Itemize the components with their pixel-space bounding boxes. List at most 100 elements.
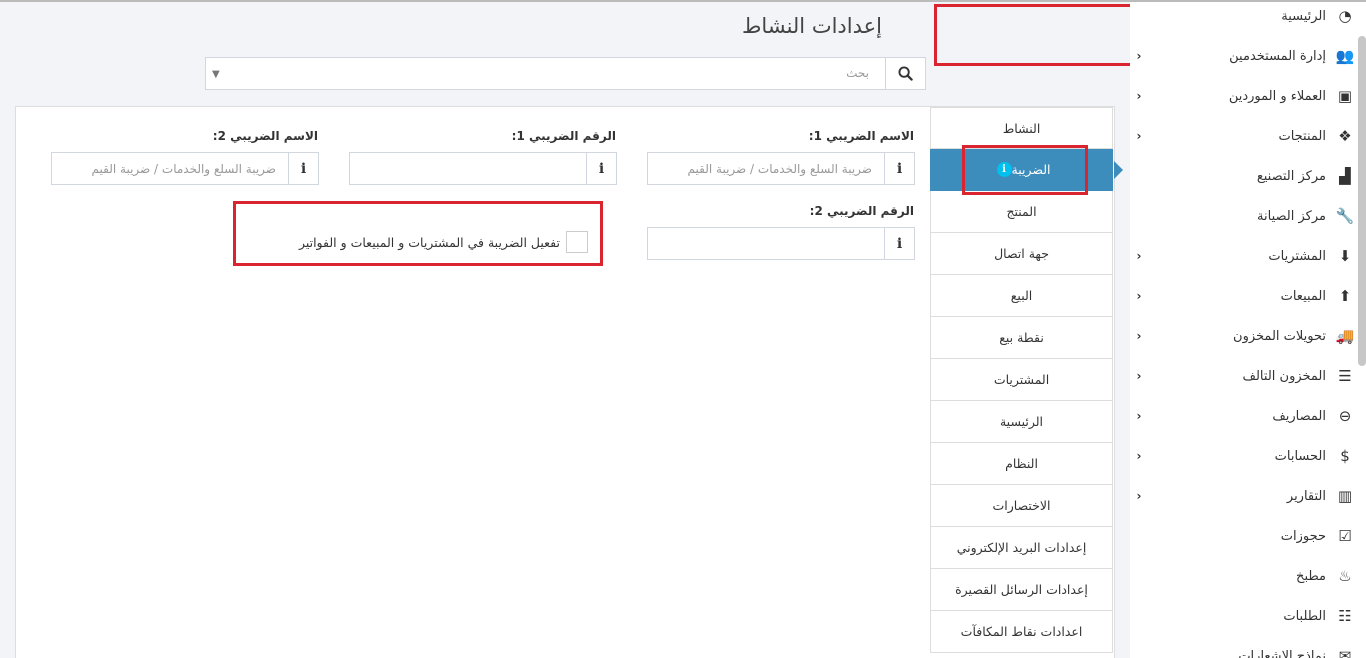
sidebar-item[interactable]: ☑ حجوزات bbox=[1136, 516, 1356, 556]
cubes-icon: ❖ bbox=[1338, 127, 1352, 145]
sidebar-item[interactable]: ▥ التقارير ‹ bbox=[1136, 476, 1356, 516]
tab-label: النظام bbox=[1005, 456, 1038, 471]
sidebar-item[interactable]: 👥 إدارة المستخدمين ‹ bbox=[1136, 36, 1356, 76]
tax-name-1-placeholder: ضريبة السلع والخدمات / ضريبة القيم bbox=[687, 162, 872, 176]
users-icon: 👥 bbox=[1335, 47, 1355, 65]
tab-item[interactable]: نقطة بيع bbox=[930, 317, 1113, 359]
chevron-left-icon[interactable]: ‹ bbox=[1132, 249, 1146, 263]
sidebar-item[interactable]: ❖ المنتجات ‹ bbox=[1136, 116, 1356, 156]
sidebar-item[interactable]: 🔧 مركز الصيانة bbox=[1136, 196, 1356, 236]
sidebar-item-label: التقارير bbox=[1286, 488, 1326, 504]
tab-item[interactable]: المنتج bbox=[930, 191, 1113, 233]
tab-label: إعدادات الرسائل القصيرة bbox=[955, 582, 1088, 597]
sidebar: ◔ الرئيسية 👥 إدارة المستخدمين ‹ ▣ العملاء و ال… bbox=[1130, 2, 1366, 658]
tab-label: المشتريات bbox=[993, 372, 1050, 387]
sidebar-item-label: المخزون التالف bbox=[1242, 368, 1326, 384]
info-icon: i bbox=[884, 153, 914, 184]
sidebar-item-label: تحويلات المخزون bbox=[1233, 328, 1326, 344]
sidebar-item[interactable]: ⬆ المبيعات ‹ bbox=[1136, 276, 1356, 316]
truck-icon: 🚚 bbox=[1335, 327, 1355, 345]
tab-item[interactable]: المشتريات bbox=[930, 359, 1113, 401]
sidebar-item-label: الطلبات bbox=[1283, 608, 1326, 624]
chevron-left-icon[interactable]: ‹ bbox=[1132, 489, 1146, 503]
arrow-circle-down-icon: ⬇ bbox=[1338, 247, 1352, 265]
envelope-icon: ✉ bbox=[1338, 647, 1352, 658]
tab-item[interactable]: النظام bbox=[930, 443, 1113, 485]
chevron-left-icon[interactable]: ‹ bbox=[1132, 369, 1146, 383]
sidebar-item[interactable]: ⬇ المشتريات ‹ bbox=[1136, 236, 1356, 276]
sidebar-item[interactable]: ☷ الطلبات bbox=[1136, 596, 1356, 636]
caret-down-icon[interactable]: ▼ bbox=[212, 69, 220, 80]
sidebar-item-label: الرئيسية bbox=[1281, 8, 1326, 24]
sidebar-item[interactable]: ▟ مركز التصنيع bbox=[1136, 156, 1356, 196]
sidebar-item[interactable]: ⊖ المصاريف ‹ bbox=[1136, 396, 1356, 436]
info-icon: i bbox=[884, 228, 914, 259]
tab-item[interactable]: الاختصارات bbox=[930, 485, 1113, 527]
app-root: إعدادات النشاط بحث ▼ الاسم الضريبي 1: i … bbox=[0, 0, 1366, 658]
tab-item[interactable]: النشاط bbox=[930, 107, 1113, 149]
industry-icon: ▟ bbox=[1339, 167, 1351, 185]
sidebar-item-label: مركز الصيانة bbox=[1257, 208, 1326, 224]
sidebar-item-label: العملاء و الموردين bbox=[1228, 88, 1326, 104]
tax-number-1-field[interactable]: i bbox=[349, 152, 617, 185]
sidebar-item-label: المنتجات bbox=[1278, 128, 1326, 144]
chevron-left-icon[interactable]: ‹ bbox=[1132, 89, 1146, 103]
search-input[interactable]: بحث bbox=[846, 66, 869, 80]
highlight-box-title bbox=[934, 4, 1134, 66]
sidebar-item[interactable]: ◔ الرئيسية bbox=[1136, 2, 1356, 36]
tab-item[interactable]: البيع bbox=[930, 275, 1113, 317]
money-check-icon: $ bbox=[1340, 447, 1350, 465]
tab-label: البيع bbox=[1010, 288, 1033, 303]
sidebar-item-label: مركز التصنيع bbox=[1256, 168, 1326, 184]
sidebar-item[interactable]: ♨ مطبخ bbox=[1136, 556, 1356, 596]
minus-circle-icon: ⊖ bbox=[1338, 407, 1352, 425]
arrow-circle-up-icon: ⬆ bbox=[1338, 287, 1352, 305]
highlight-box-tab bbox=[962, 145, 1088, 195]
chevron-left-icon[interactable]: ‹ bbox=[1132, 409, 1146, 423]
tax-name-2-field[interactable]: i ضريبة السلع والخدمات / ضريبة القيم bbox=[51, 152, 319, 185]
tax-number-2-label: الرقم الضريبي 2: bbox=[809, 204, 914, 218]
active-tab-pointer bbox=[1114, 161, 1123, 179]
dashboard-icon: ◔ bbox=[1338, 7, 1352, 25]
sidebar-item-label: حجوزات bbox=[1280, 528, 1326, 544]
tax-name-1-field[interactable]: i ضريبة السلع والخدمات / ضريبة القيم bbox=[647, 152, 915, 185]
tax-number-2-field[interactable]: i bbox=[647, 227, 915, 260]
sidebar-item-label: المشتريات bbox=[1268, 248, 1326, 264]
chevron-left-icon[interactable]: ‹ bbox=[1132, 129, 1146, 143]
search-icon bbox=[898, 66, 913, 81]
chevron-left-icon[interactable]: ‹ bbox=[1132, 449, 1146, 463]
sidebar-scrollbar[interactable] bbox=[1358, 36, 1366, 366]
page-title: إعدادات النشاط bbox=[742, 14, 882, 38]
info-icon: i bbox=[288, 153, 318, 184]
info-icon: i bbox=[586, 153, 616, 184]
tab-label: المنتج bbox=[1006, 204, 1037, 219]
tab-item[interactable]: اعدادات نقاط المكافآت bbox=[930, 611, 1113, 653]
sidebar-item[interactable]: ✉ نماذج الإشعارات bbox=[1136, 636, 1356, 658]
sidebar-item[interactable]: 🚚 تحويلات المخزون ‹ bbox=[1136, 316, 1356, 356]
chevron-left-icon[interactable]: ‹ bbox=[1132, 329, 1146, 343]
sidebar-item[interactable]: $ الحسابات ‹ bbox=[1136, 436, 1356, 476]
address-book-icon: ▣ bbox=[1337, 87, 1353, 105]
tab-label: اعدادات نقاط المكافآت bbox=[960, 624, 1083, 639]
search-bar[interactable]: بحث ▼ bbox=[205, 57, 926, 90]
tab-item[interactable]: إعدادات البريد الإلكتروني bbox=[930, 527, 1113, 569]
tab-label: الاختصارات bbox=[992, 498, 1051, 513]
chevron-left-icon[interactable]: ‹ bbox=[1132, 289, 1146, 303]
tax-name-2-placeholder: ضريبة السلع والخدمات / ضريبة القيم bbox=[91, 162, 276, 176]
wrench-icon: 🔧 bbox=[1335, 207, 1355, 225]
sidebar-item-label: الحسابات bbox=[1274, 448, 1326, 464]
sidebar-item[interactable]: ▣ العملاء و الموردين ‹ bbox=[1136, 76, 1356, 116]
list-alt-icon: ☷ bbox=[1338, 607, 1352, 625]
tax-number-1-label: الرقم الضريبي 1: bbox=[511, 129, 616, 143]
tab-item[interactable]: الرئيسية bbox=[930, 401, 1113, 443]
highlight-box-checkbox bbox=[233, 201, 603, 266]
chevron-left-icon[interactable]: ‹ bbox=[1132, 49, 1146, 63]
tab-label: النشاط bbox=[1002, 120, 1041, 136]
sidebar-item[interactable]: ☰ المخزون التالف ‹ bbox=[1136, 356, 1356, 396]
sidebar-item-label: نماذج الإشعارات bbox=[1238, 648, 1326, 658]
tab-item[interactable]: إعدادات الرسائل القصيرة bbox=[930, 569, 1113, 611]
tab-item[interactable]: جهة اتصال bbox=[930, 233, 1113, 275]
sidebar-item-label: المصاريف bbox=[1272, 408, 1326, 424]
bar-chart-icon: ▥ bbox=[1337, 487, 1353, 505]
search-button[interactable] bbox=[885, 58, 925, 89]
